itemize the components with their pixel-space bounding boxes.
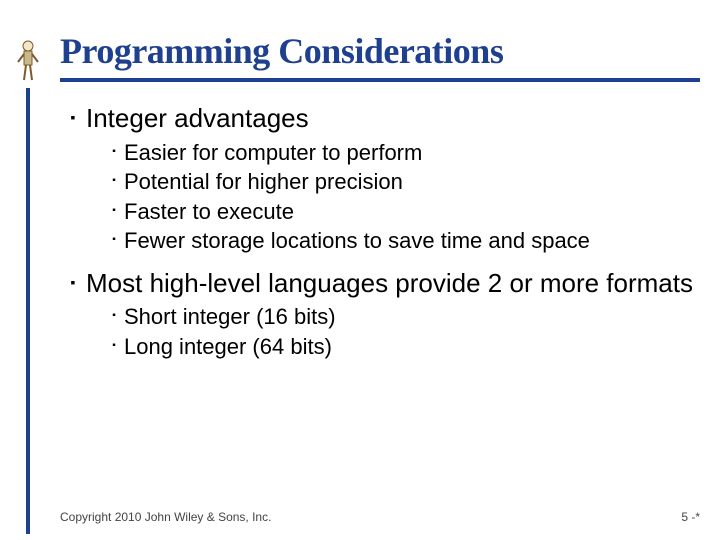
- slide-content: ▪ Integer advantages ▪ Easier for comput…: [60, 102, 700, 360]
- bullet-level2: ▪ Short integer (16 bits): [104, 303, 700, 331]
- bullet-text: Potential for higher precision: [124, 168, 700, 196]
- bullet-text: Faster to execute: [124, 198, 700, 226]
- slide-body: Programming Considerations ▪ Integer adv…: [60, 30, 700, 520]
- bullet-level2: ▪ Easier for computer to perform: [104, 139, 700, 167]
- slide-title: Programming Considerations: [60, 30, 700, 72]
- bullet-glyph: ▪: [104, 198, 124, 226]
- bullet-text: Most high-level languages provide 2 or m…: [86, 267, 700, 300]
- bullet-level1: ▪ Most high-level languages provide 2 or…: [60, 267, 700, 300]
- bullet-text: Long integer (64 bits): [124, 333, 700, 361]
- bullet-level2: ▪ Fewer storage locations to save time a…: [104, 227, 700, 255]
- slide-footer: Copyright 2010 John Wiley & Sons, Inc. 5…: [60, 510, 700, 524]
- mascot-icon: [16, 40, 40, 82]
- bullet-level2: ▪ Faster to execute: [104, 198, 700, 226]
- bullet-text: Fewer storage locations to save time and…: [124, 227, 700, 255]
- copyright-text: Copyright 2010 John Wiley & Sons, Inc.: [60, 510, 271, 524]
- bullet-level2: ▪ Long integer (64 bits): [104, 333, 700, 361]
- bullet-text: Short integer (16 bits): [124, 303, 700, 331]
- bullet-glyph: ▪: [60, 267, 86, 300]
- title-underline: [60, 78, 700, 82]
- bullet-glyph: ▪: [104, 303, 124, 331]
- bullet-text: Integer advantages: [86, 102, 700, 135]
- bullet-glyph: ▪: [104, 139, 124, 167]
- bullet-glyph: ▪: [104, 333, 124, 361]
- bullet-level2: ▪ Potential for higher precision: [104, 168, 700, 196]
- bullet-glyph: ▪: [104, 168, 124, 196]
- bullet-level1: ▪ Integer advantages: [60, 102, 700, 135]
- bullet-glyph: ▪: [60, 102, 86, 135]
- bullet-text: Easier for computer to perform: [124, 139, 700, 167]
- left-decorative-rail: [8, 0, 48, 540]
- vertical-rule: [26, 88, 30, 534]
- bullet-glyph: ▪: [104, 227, 124, 255]
- page-number: 5 -*: [681, 510, 700, 524]
